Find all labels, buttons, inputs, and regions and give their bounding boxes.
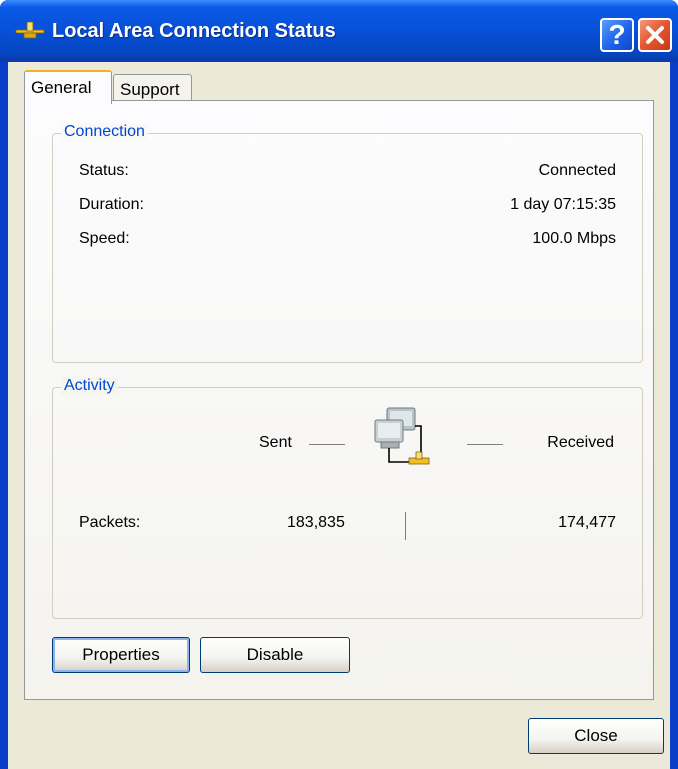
title-bar[interactable]: Local Area Connection Status ? xyxy=(0,0,678,62)
duration-value: 1 day 07:15:35 xyxy=(510,196,616,213)
packets-received-value: 174,477 xyxy=(558,514,616,531)
dialog-window: Local Area Connection Status ? General S… xyxy=(0,0,678,769)
packets-label: Packets: xyxy=(79,514,141,531)
connection-legend: Connection xyxy=(61,123,148,141)
activity-groupbox: Activity Sent Received Packets: 183,835 … xyxy=(52,377,643,619)
duration-label: Duration: xyxy=(79,196,144,213)
properties-button[interactable]: Properties xyxy=(52,637,190,673)
help-icon: ? xyxy=(608,19,626,50)
received-label: Received xyxy=(547,434,614,451)
dialog-client-area: General Support Connection Status: Conne… xyxy=(8,62,670,769)
network-connection-icon xyxy=(15,21,45,39)
speed-value: 100.0 Mbps xyxy=(532,230,616,247)
tab-general[interactable]: General xyxy=(24,70,112,104)
close-window-button[interactable] xyxy=(638,18,672,52)
close-icon xyxy=(646,26,664,44)
activity-divider xyxy=(405,512,406,540)
status-value: Connected xyxy=(538,162,616,179)
tab-support[interactable]: Support xyxy=(113,74,192,102)
received-line xyxy=(467,444,503,445)
network-activity-icon xyxy=(374,407,430,465)
status-label: Status: xyxy=(79,162,129,179)
packets-sent-value: 183,835 xyxy=(287,514,345,531)
connection-groupbox: Connection Status: Connected Duration: 1… xyxy=(52,123,643,363)
window-title: Local Area Connection Status xyxy=(52,20,336,42)
disable-button[interactable]: Disable xyxy=(200,637,350,673)
sent-line xyxy=(309,444,345,445)
sent-label: Sent xyxy=(259,434,292,451)
activity-legend: Activity xyxy=(61,377,118,395)
tab-panel-general: Connection Status: Connected Duration: 1… xyxy=(24,100,654,700)
close-button[interactable]: Close xyxy=(528,718,664,754)
help-button[interactable]: ? xyxy=(600,18,634,52)
speed-label: Speed: xyxy=(79,230,130,247)
